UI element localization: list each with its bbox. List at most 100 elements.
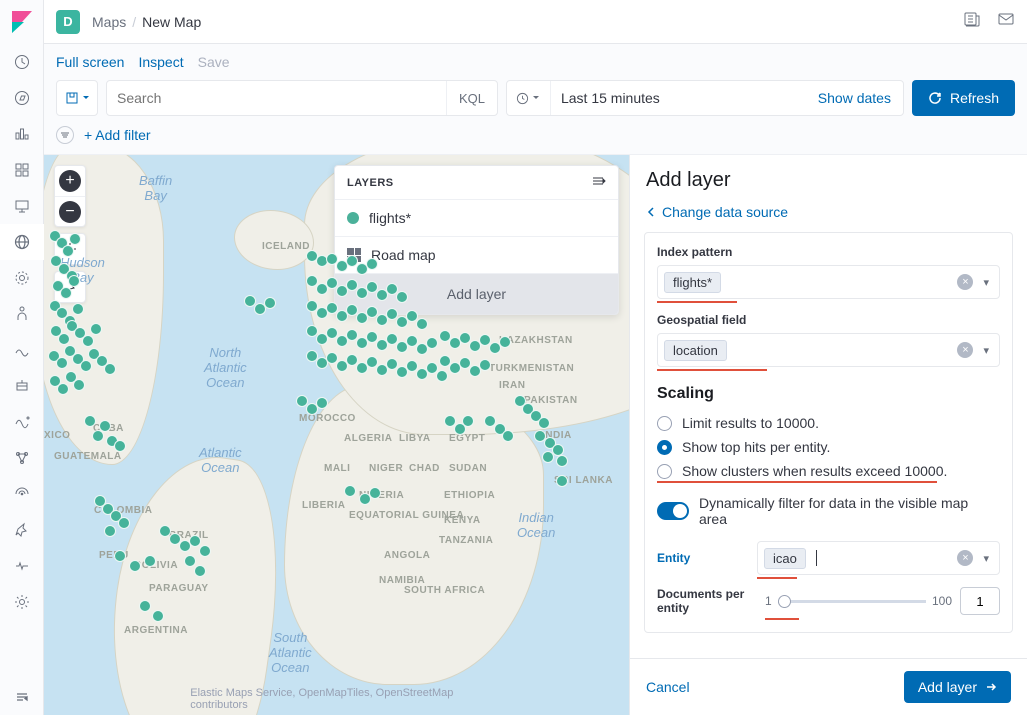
nav-logs-icon[interactable]	[0, 332, 44, 368]
refresh-button[interactable]: Refresh	[912, 80, 1015, 116]
data-point[interactable]	[58, 333, 70, 345]
nav-graph-icon[interactable]	[0, 440, 44, 476]
mail-icon[interactable]	[997, 10, 1015, 33]
nav-metrics-icon[interactable]	[0, 296, 44, 332]
data-point[interactable]	[73, 379, 85, 391]
data-point[interactable]	[396, 291, 408, 303]
chevron-down-icon[interactable]: ▾	[979, 344, 993, 357]
nav-ml-icon[interactable]	[0, 260, 44, 296]
data-point[interactable]	[152, 610, 164, 622]
data-point[interactable]	[90, 323, 102, 335]
change-data-source-link[interactable]: Change data source	[630, 202, 1027, 232]
layer-item[interactable]: Road map	[335, 237, 618, 274]
zoom-out-button[interactable]: −	[55, 196, 85, 226]
chevron-down-icon[interactable]: ▾	[979, 276, 993, 289]
inspect-link[interactable]: Inspect	[138, 54, 183, 70]
nav-recent-icon[interactable]	[0, 44, 44, 80]
user-avatar[interactable]: D	[56, 10, 80, 34]
nav-dashboard-icon[interactable]	[0, 152, 44, 188]
data-point[interactable]	[502, 430, 514, 442]
index-pattern-select[interactable]: flights* × ▾	[657, 265, 1000, 299]
data-point[interactable]	[84, 415, 96, 427]
nav-discover-icon[interactable]	[0, 80, 44, 116]
data-point[interactable]	[114, 550, 126, 562]
data-point[interactable]	[68, 275, 80, 287]
nav-siem-icon[interactable]	[0, 368, 44, 404]
map-canvas[interactable]: + − LAYERS flights*	[44, 155, 629, 715]
search-input[interactable]	[107, 90, 446, 106]
chevron-down-icon[interactable]: ▾	[979, 552, 993, 565]
data-point[interactable]	[316, 397, 328, 409]
nav-collapse-icon[interactable]	[0, 679, 44, 715]
scaling-option[interactable]: Limit results to 10000.	[657, 411, 1000, 435]
data-point[interactable]	[62, 245, 74, 257]
scaling-option[interactable]: Show top hits per entity.	[657, 435, 1000, 459]
data-point[interactable]	[80, 360, 92, 372]
data-point[interactable]	[104, 525, 116, 537]
nav-dev-icon[interactable]	[0, 512, 44, 548]
data-point[interactable]	[479, 359, 491, 371]
radio-icon[interactable]	[657, 416, 672, 431]
data-point[interactable]	[69, 233, 81, 245]
nav-uptime-icon[interactable]	[0, 404, 44, 440]
add-layer-button[interactable]: Add layer	[904, 671, 1011, 703]
data-point[interactable]	[144, 555, 156, 567]
clear-icon[interactable]: ×	[957, 550, 973, 566]
data-point[interactable]	[344, 485, 356, 497]
data-point[interactable]	[462, 415, 474, 427]
clear-icon[interactable]: ×	[957, 342, 973, 358]
data-point[interactable]	[366, 258, 378, 270]
data-point[interactable]	[369, 487, 381, 499]
data-point[interactable]	[538, 417, 550, 429]
nav-management-icon[interactable]	[0, 584, 44, 620]
nav-monitoring-icon[interactable]	[0, 548, 44, 584]
cancel-button[interactable]: Cancel	[646, 679, 690, 695]
data-point[interactable]	[57, 383, 69, 395]
entity-select[interactable]: icao × ▾	[757, 541, 1000, 575]
data-point[interactable]	[416, 318, 428, 330]
data-point[interactable]	[60, 287, 72, 299]
nav-maps-icon[interactable]	[0, 224, 44, 260]
data-point[interactable]	[139, 600, 151, 612]
time-range-label[interactable]: Last 15 minutes	[551, 90, 806, 106]
data-point[interactable]	[194, 565, 206, 577]
geo-field-select[interactable]: location × ▾	[657, 333, 1000, 367]
data-point[interactable]	[56, 357, 68, 369]
full-screen-link[interactable]: Full screen	[56, 54, 124, 70]
data-point[interactable]	[499, 336, 511, 348]
news-icon[interactable]	[963, 10, 981, 33]
data-point[interactable]	[118, 517, 130, 529]
clear-icon[interactable]: ×	[957, 274, 973, 290]
kql-toggle[interactable]: KQL	[446, 81, 497, 115]
nav-canvas-icon[interactable]	[0, 188, 44, 224]
data-point[interactable]	[92, 430, 104, 442]
breadcrumb-root[interactable]: Maps	[92, 14, 126, 30]
data-point[interactable]	[104, 363, 116, 375]
data-point[interactable]	[129, 560, 141, 572]
saved-query-button[interactable]	[56, 80, 98, 116]
data-point[interactable]	[72, 303, 84, 315]
data-point[interactable]	[199, 545, 211, 557]
show-dates-link[interactable]: Show dates	[806, 90, 903, 106]
scaling-option[interactable]: Show clusters when results exceed 10000.	[657, 459, 1000, 483]
docs-value-input[interactable]	[960, 587, 1000, 615]
data-point[interactable]	[184, 555, 196, 567]
dynamic-filter-toggle[interactable]	[657, 502, 689, 520]
data-point[interactable]	[114, 440, 126, 452]
nav-visualize-icon[interactable]	[0, 116, 44, 152]
radio-icon[interactable]	[657, 440, 672, 455]
filter-options-icon[interactable]	[56, 126, 74, 144]
layers-collapse-icon[interactable]	[592, 176, 606, 189]
data-point[interactable]	[189, 535, 201, 547]
radio-icon[interactable]	[657, 464, 672, 479]
data-point[interactable]	[542, 451, 554, 463]
data-point[interactable]	[426, 337, 438, 349]
data-point[interactable]	[556, 475, 568, 487]
kibana-logo[interactable]	[0, 0, 44, 44]
layer-item[interactable]: flights*	[335, 200, 618, 237]
data-point[interactable]	[436, 370, 448, 382]
nav-apm-icon[interactable]	[0, 476, 44, 512]
zoom-in-button[interactable]: +	[55, 166, 85, 196]
time-quick-button[interactable]	[507, 81, 551, 115]
add-filter-link[interactable]: + Add filter	[84, 127, 151, 143]
